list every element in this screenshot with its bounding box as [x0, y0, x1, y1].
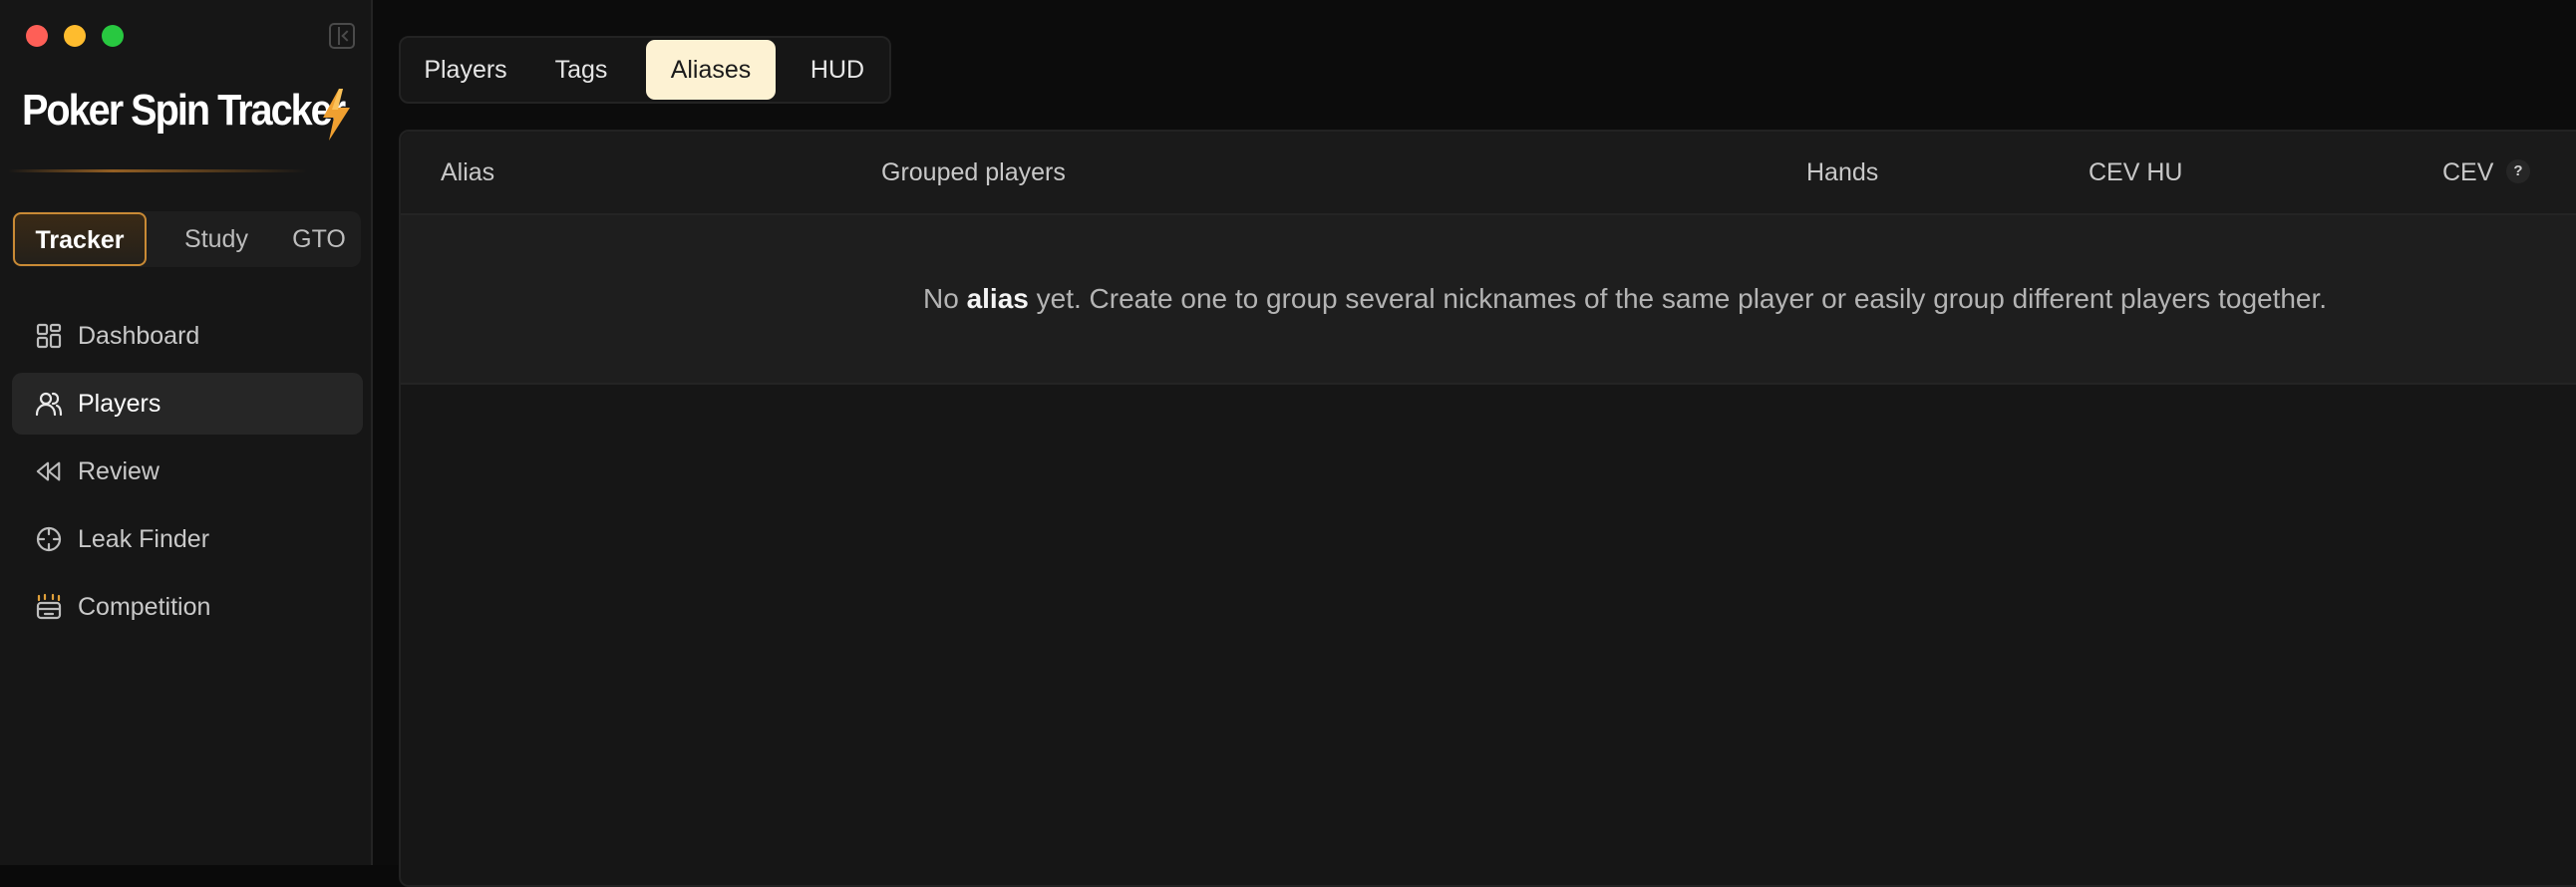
sidebar-item-leak-finder[interactable]: Leak Finder — [12, 508, 363, 570]
sidebar-nav: Dashboard Players Review Leak Finder Com… — [12, 305, 363, 644]
aliases-table: Alias Grouped players Hands CEV HU CEV ?… — [399, 130, 2576, 887]
empty-prefix: No — [923, 283, 967, 314]
column-header-cev[interactable]: CEV — [2442, 132, 2493, 213]
window-controls — [26, 25, 124, 47]
app-title: Poker Spin Tracker — [22, 86, 346, 135]
sidebar-item-competition[interactable]: Competition — [12, 576, 363, 638]
tab-players[interactable]: Players — [411, 38, 520, 102]
sidebar-item-label: Review — [78, 456, 160, 485]
sidebar-item-players[interactable]: Players — [12, 373, 363, 435]
table-header: Alias Grouped players Hands CEV HU CEV ? — [401, 132, 2576, 215]
sidebar-item-label: Competition — [78, 592, 211, 621]
help-icon[interactable]: ? — [2506, 159, 2530, 183]
maximize-window-button[interactable] — [102, 25, 124, 47]
main-content: Players Tags Aliases HUD Alias Grouped p… — [373, 0, 2576, 887]
crosshair-icon — [34, 524, 64, 554]
brand-divider — [8, 169, 307, 172]
column-header-alias[interactable]: Alias — [441, 132, 494, 213]
sidebar-item-label: Dashboard — [78, 321, 200, 350]
sidebar-item-label: Players — [78, 389, 161, 418]
empty-state-row: No alias yet. Create one to group severa… — [401, 215, 2576, 385]
competition-icon — [34, 592, 64, 622]
sidebar-collapse-icon[interactable] — [329, 23, 355, 49]
column-header-grouped-players[interactable]: Grouped players — [881, 132, 1066, 213]
tab-tags[interactable]: Tags — [540, 38, 622, 102]
mode-switcher: Tracker Study GTO — [12, 211, 361, 267]
empty-state-message: No alias yet. Create one to group severa… — [923, 215, 2327, 383]
sidebar-item-review[interactable]: Review — [12, 441, 363, 502]
minimize-window-button[interactable] — [64, 25, 86, 47]
mode-tab-study[interactable]: Study — [161, 211, 271, 267]
rewind-icon — [34, 456, 64, 486]
mode-tab-gto[interactable]: GTO — [279, 211, 359, 267]
close-window-button[interactable] — [26, 25, 48, 47]
users-icon — [34, 389, 64, 419]
tab-aliases[interactable]: Aliases — [646, 40, 776, 100]
players-subtabs: Players Tags Aliases HUD — [399, 36, 891, 104]
column-header-hands[interactable]: Hands — [1806, 132, 1878, 213]
tab-hud[interactable]: HUD — [790, 38, 885, 102]
mode-tab-tracker[interactable]: Tracker — [13, 212, 147, 266]
lightning-bolt-icon — [323, 89, 350, 141]
sidebar-item-label: Leak Finder — [78, 524, 210, 553]
empty-bold-word: alias — [966, 283, 1029, 314]
column-header-cev-hu[interactable]: CEV HU — [2089, 132, 2182, 213]
dashboard-icon — [34, 321, 64, 351]
empty-suffix: yet. Create one to group several nicknam… — [1028, 283, 2328, 314]
sidebar-item-dashboard[interactable]: Dashboard — [12, 305, 363, 367]
sidebar: Poker Spin Tracker Tracker Study GTO Das… — [0, 0, 373, 865]
